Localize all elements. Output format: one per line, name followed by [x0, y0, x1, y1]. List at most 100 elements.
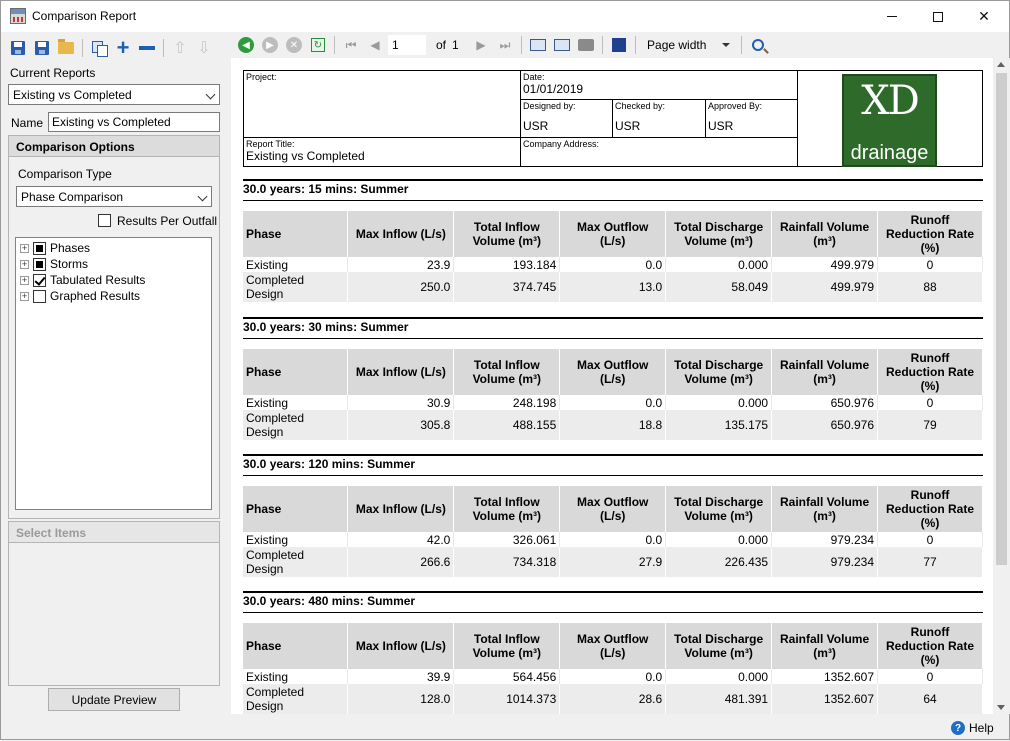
comparison-options-header[interactable]: Comparison Options [8, 135, 220, 157]
storms-checkbox[interactable] [33, 257, 46, 271]
comparison-type-label: Comparison Type [18, 167, 112, 181]
graphed-results-checkbox[interactable] [33, 289, 46, 303]
stop-icon: ✕ [286, 37, 302, 53]
zoom-icon [752, 39, 765, 51]
zoom-select[interactable]: Page width [641, 38, 736, 52]
scroll-down-icon[interactable] [997, 705, 1005, 710]
tree-item-label: Storms [50, 257, 89, 271]
export-button[interactable] [608, 34, 630, 56]
checked-by-cell: Checked by: USR [613, 100, 706, 138]
add-button[interactable]: + [112, 37, 134, 59]
tree-item-label: Phases [50, 241, 91, 255]
current-reports-select[interactable]: Existing vs Completed [8, 84, 220, 105]
print-icon [578, 39, 595, 51]
copy-button[interactable] [88, 37, 110, 59]
cell-runoff: 0 [877, 532, 983, 547]
title-bar: Comparison Report ✕ [1, 1, 1009, 32]
results-table: Phase Max Inflow (L/s) Total Inflow Volume… [243, 623, 983, 714]
minimize-button[interactable] [869, 1, 915, 32]
cell-max-outflow: 13.0 [559, 272, 667, 302]
book-button[interactable] [527, 34, 549, 56]
toolbar-separator [741, 36, 743, 54]
select-items-header[interactable]: Select Items [8, 521, 220, 543]
help-link[interactable]: ? Help [951, 721, 994, 735]
section-title: 30.0 years: 480 mins: Summer [243, 594, 416, 608]
expand-icon[interactable]: + [20, 259, 29, 269]
scroll-up-icon[interactable] [997, 62, 1005, 67]
cell-total-inflow: 193.184 [453, 257, 561, 272]
comparison-report-window: Comparison Report ✕ + ⇧ ⇩ Current Report… [0, 0, 1010, 740]
cell-max-inflow: 266.6 [347, 547, 455, 577]
first-page-icon: ⏮ [345, 37, 357, 52]
close-button[interactable]: ✕ [961, 1, 1007, 32]
expand-icon[interactable]: + [20, 243, 29, 253]
cell-total-inflow: 734.318 [453, 547, 561, 577]
approved-by-value: USR [708, 119, 734, 133]
page-setup-button[interactable] [551, 34, 573, 56]
move-up-button[interactable]: ⇧ [169, 37, 191, 59]
expand-icon[interactable]: + [20, 291, 29, 301]
column-header-max-outflow: Max Outflow (L/s) [559, 211, 667, 257]
left-toolbar: + ⇧ ⇩ [7, 36, 215, 60]
phases-checkbox[interactable] [33, 241, 46, 255]
zoom-button[interactable] [747, 34, 769, 56]
save-as-button[interactable] [31, 37, 53, 59]
cell-runoff: 79 [877, 410, 983, 440]
maximize-button[interactable] [915, 1, 961, 32]
add-icon: + [116, 35, 130, 60]
results-table: Phase Max Inflow (L/s) Total Inflow Volume… [243, 211, 983, 302]
remove-button[interactable] [136, 37, 158, 59]
cell-total-discharge: 0.000 [665, 395, 773, 410]
results-per-outfall-checkbox[interactable] [98, 214, 111, 227]
table-row: Completed Design 305.8 488.155 18.8 135.175 6… [243, 410, 983, 440]
cell-rainfall: 979.234 [771, 547, 879, 577]
move-up-icon: ⇧ [173, 40, 187, 57]
tree-item-graphed-results[interactable]: + Graphed Results [20, 288, 140, 304]
select-items-panel [8, 543, 220, 686]
name-input[interactable]: Existing vs Completed [48, 112, 220, 132]
report-preview-panel: ◀ ▶ ✕ ↻ ⏮ ◀ 1 of 1 ▶ ⏭ Page width Projec… [229, 32, 1010, 741]
column-header-rainfall-volume: Rainfall Volume (m³) [771, 486, 879, 532]
chevron-down-icon [197, 191, 208, 202]
move-down-button[interactable]: ⇩ [193, 37, 215, 59]
app-icon [10, 8, 26, 24]
update-preview-button[interactable]: Update Preview [48, 688, 180, 711]
comparison-type-select[interactable]: Phase Comparison [16, 186, 212, 207]
open-button[interactable] [55, 37, 77, 59]
cell-runoff: 0 [877, 669, 983, 684]
cell-total-inflow: 248.198 [453, 395, 561, 410]
print-button[interactable] [575, 34, 597, 56]
tree-item-phases[interactable]: + Phases [20, 240, 90, 256]
expand-icon[interactable]: + [20, 275, 29, 285]
cell-max-outflow: 0.0 [559, 395, 667, 410]
prev-page-button[interactable]: ◀ [364, 34, 386, 56]
forward-button[interactable]: ▶ [259, 34, 281, 56]
table-row: Completed Design 250.0 374.745 13.0 58.049 49… [243, 272, 983, 302]
first-page-button[interactable]: ⏮ [340, 34, 362, 56]
column-header-max-outflow: Max Outflow (L/s) [559, 623, 667, 669]
save-button[interactable] [7, 37, 29, 59]
logo-word: drainage [850, 142, 929, 164]
tree-item-label: Tabulated Results [50, 273, 146, 287]
back-button[interactable]: ◀ [235, 34, 257, 56]
copy-icon [92, 41, 108, 57]
tree-item-tabulated-results[interactable]: + Tabulated Results [20, 272, 145, 288]
last-page-button[interactable]: ⏭ [494, 34, 516, 56]
table-row: Completed Design 128.0 1014.373 28.6 481.391… [243, 684, 983, 714]
section-rule [243, 454, 983, 456]
refresh-button[interactable]: ↻ [307, 34, 329, 56]
close-icon: ✕ [978, 8, 990, 24]
page-number-input[interactable]: 1 [388, 35, 426, 55]
next-page-button[interactable]: ▶ [470, 34, 492, 56]
column-header-max-inflow: Max Inflow (L/s) [347, 211, 455, 257]
tree-item-storms[interactable]: + Storms [20, 256, 88, 272]
vertical-scrollbar[interactable] [993, 58, 1010, 714]
cell-total-discharge: 0.000 [665, 532, 773, 547]
results-table: Phase Max Inflow (L/s) Total Inflow Volume… [243, 486, 983, 577]
scroll-thumb[interactable] [996, 73, 1007, 565]
column-header-rainfall-volume: Rainfall Volume (m³) [771, 623, 879, 669]
preview-toolbar: ◀ ▶ ✕ ↻ ⏮ ◀ 1 of 1 ▶ ⏭ Page width [235, 32, 769, 58]
stop-button[interactable]: ✕ [283, 34, 305, 56]
tabulated-results-checkbox[interactable] [33, 273, 46, 287]
cell-runoff: 0 [877, 395, 983, 410]
